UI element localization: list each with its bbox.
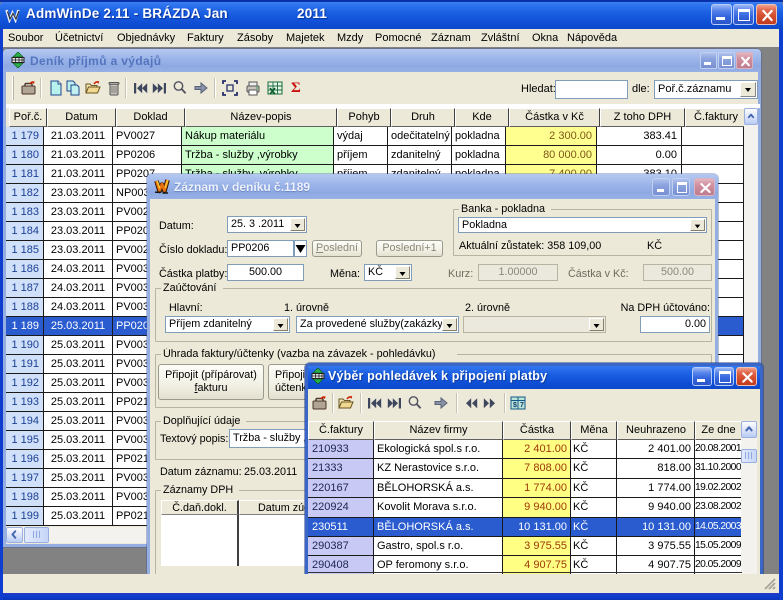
svg-text:7: 7 <box>520 402 524 409</box>
svg-text:$: $ <box>513 402 517 409</box>
